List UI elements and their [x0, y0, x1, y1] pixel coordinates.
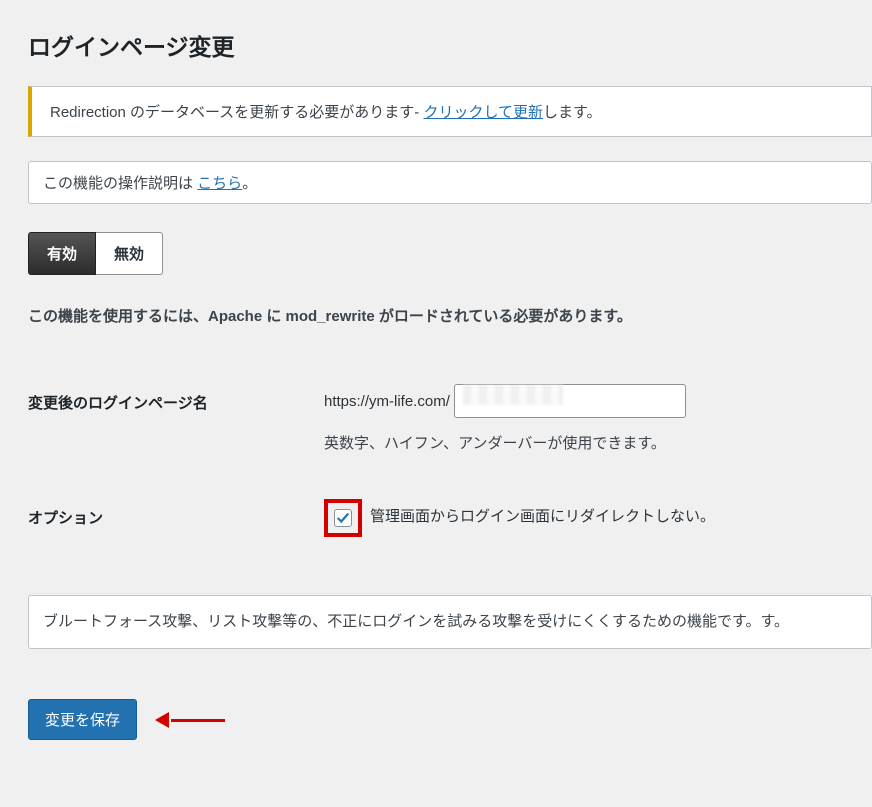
notice-update-link[interactable]: クリックして更新	[423, 104, 543, 121]
option-row: オプション 管理画面からログイン画面にリダイレクトしない。	[28, 499, 872, 537]
pixelated-value	[463, 385, 563, 405]
notice-text-after: します。	[543, 104, 602, 121]
feature-description: ブルートフォース攻撃、リスト攻撃等の、不正にログインを試みる攻撃を受けにくくする…	[28, 595, 872, 649]
login-page-label: 変更後のログインページ名	[28, 384, 324, 413]
url-prefix: https://ym-life.com/	[324, 393, 450, 410]
help-text-after: 。	[242, 175, 257, 192]
help-box: この機能の操作説明は こちら。	[28, 161, 872, 204]
check-icon	[336, 511, 350, 525]
login-page-hint: 英数字、ハイフン、アンダーバーが使用できます。	[324, 432, 872, 453]
toggle-disabled-button[interactable]: 無効	[96, 232, 163, 275]
enable-toggle-group: 有効 無効	[28, 232, 872, 275]
save-button[interactable]: 変更を保存	[28, 699, 137, 740]
login-page-input[interactable]	[454, 384, 686, 418]
page-title: ログインページ変更	[28, 28, 872, 62]
checkbox-highlight	[324, 499, 362, 537]
login-page-row: 変更後のログインページ名 https://ym-life.com/ 英数字、ハイ…	[28, 384, 872, 453]
toggle-enabled-button[interactable]: 有効	[28, 232, 96, 275]
redirection-notice: Redirection のデータベースを更新する必要があります- クリックして更…	[28, 86, 872, 137]
arrow-icon	[155, 711, 225, 729]
requirement-text: この機能を使用するには、Apache に mod_rewrite がロードされて…	[28, 305, 872, 326]
help-text-before: この機能の操作説明は	[43, 175, 197, 192]
notice-text-before: Redirection のデータベースを更新する必要があります-	[50, 104, 423, 121]
no-redirect-checkbox[interactable]	[334, 509, 352, 527]
option-label: オプション	[28, 499, 324, 528]
submit-row: 変更を保存	[28, 699, 872, 740]
checkbox-label: 管理画面からログイン画面にリダイレクトしない。	[370, 499, 715, 526]
help-link[interactable]: こちら	[197, 175, 242, 192]
